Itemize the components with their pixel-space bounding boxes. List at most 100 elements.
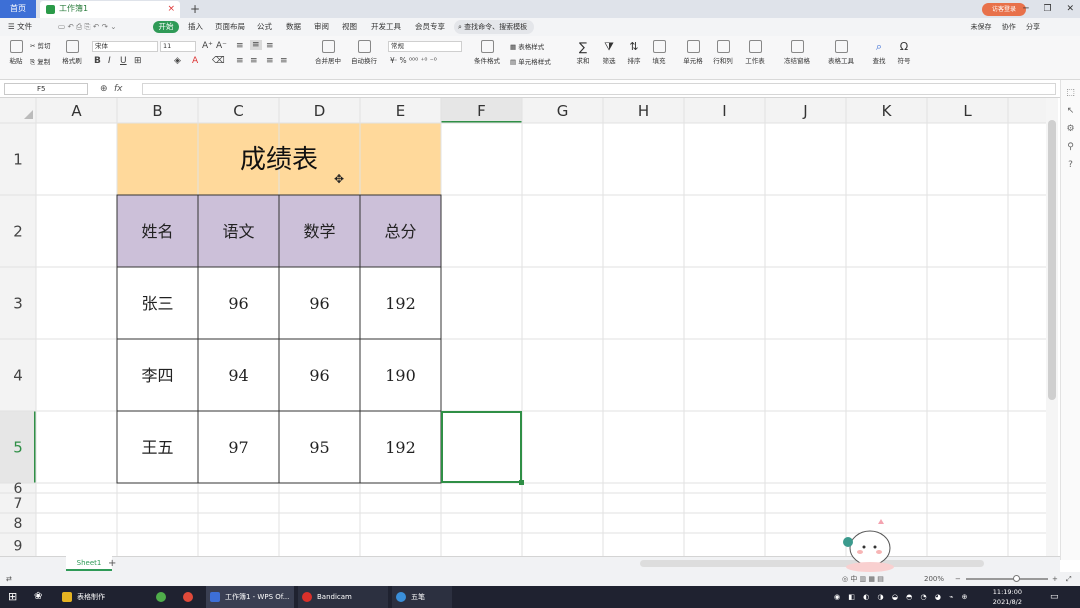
column-header-K[interactable]: K <box>882 102 893 120</box>
align-top-icon[interactable]: ≡ <box>236 41 244 51</box>
document-tab[interactable]: 工作簿1 × <box>40 1 180 18</box>
column-header-G[interactable]: G <box>557 102 569 120</box>
taskbar-clock[interactable]: 11:19:00 2021/8/2 <box>993 587 1022 607</box>
name-box[interactable]: F5 <box>4 83 88 95</box>
fill-handle[interactable] <box>519 480 524 485</box>
row-header-9[interactable]: 9 <box>14 538 23 554</box>
cursor-icon[interactable]: ↖ <box>1061 106 1080 116</box>
collab-button[interactable]: 协作 <box>1002 23 1016 31</box>
freeze-panes-button[interactable]: 冻结窗格 <box>780 40 814 65</box>
align-middle-icon[interactable]: ≡ <box>250 40 262 50</box>
app-launcher-icon[interactable]: ❀ <box>34 586 42 608</box>
column-header-C[interactable]: C <box>233 102 243 120</box>
data-cell[interactable]: 190 <box>385 366 416 385</box>
row-header-6[interactable]: 6 <box>14 481 23 497</box>
home-tab[interactable]: 首页 <box>0 0 36 18</box>
underline-icon[interactable]: U <box>120 56 127 66</box>
row-header-4[interactable]: 4 <box>13 366 23 384</box>
merge-center-button[interactable]: 合并居中 <box>312 40 344 65</box>
format-painter-button[interactable]: 格式刷 <box>60 40 84 65</box>
zoom-plus[interactable]: + <box>1052 572 1058 586</box>
data-cell[interactable]: 96 <box>309 294 329 313</box>
taskbar-item-folder[interactable]: 表格制作 <box>62 586 105 608</box>
sheet-tab-sheet1[interactable]: Sheet1 <box>66 556 112 571</box>
mascot-sticker[interactable] <box>842 516 896 572</box>
grid-canvas[interactable]: A B C D E F G H I J K L 1 2 3 4 5 67 8 9 成绩表姓名 语文 数学 总分张三 96 96 19… <box>0 98 1046 556</box>
data-cell[interactable]: 李四 <box>141 366 173 385</box>
taskbar-item-wps[interactable]: 工作簿1 - WPS Of... <box>206 586 294 608</box>
row-header-7[interactable]: 7 <box>14 496 23 512</box>
fx-icon[interactable]: ⊕ fx <box>100 81 123 97</box>
number-format-select[interactable]: 常规 <box>388 41 462 52</box>
copy-button[interactable]: ⎘ 复制 <box>30 56 50 67</box>
spreadsheet-grid[interactable]: A B C D E F G H I J K L 1 2 3 4 5 6 7 8 9 成绩表 姓名 语文 数学 总分 张三 96 96 19… <box>0 98 1046 556</box>
fill-color-icon[interactable]: ◈ <box>174 56 181 66</box>
filter-button[interactable]: ⧩ 筛选 <box>598 40 620 65</box>
cell-style-button[interactable]: ▤ 单元格样式 <box>510 56 551 66</box>
find-button[interactable]: ⌕ 查找 <box>868 40 890 65</box>
column-header-J[interactable]: J <box>802 102 807 120</box>
share-button[interactable]: 分享 <box>1026 23 1040 31</box>
menu-data[interactable]: 数据 <box>286 18 301 36</box>
font-grow-icon[interactable]: A⁺ <box>202 41 213 51</box>
fill-button[interactable]: 填充 <box>648 40 670 65</box>
conditional-format-button[interactable]: 条件格式 <box>470 40 504 65</box>
row-header-5[interactable]: 5 <box>13 438 23 456</box>
taskbar-item-wubi[interactable]: 五笔 <box>392 586 452 608</box>
cut-button[interactable]: ✂ 剪切 <box>30 40 51 50</box>
menu-member[interactable]: 会员专享 <box>415 18 445 36</box>
column-header-L[interactable]: L <box>963 102 972 120</box>
row-col-button[interactable]: 行和列 <box>710 40 736 65</box>
cell-button[interactable]: 单元格 <box>680 40 706 65</box>
column-header-F[interactable]: F <box>477 102 486 120</box>
restore-icon[interactable]: ❐ <box>1044 4 1052 14</box>
data-cell[interactable]: 张三 <box>141 294 173 313</box>
help-icon[interactable]: ? <box>1061 160 1080 170</box>
table-tools-button[interactable]: 表格工具 <box>824 40 858 65</box>
paste-button[interactable]: 粘贴 <box>6 40 26 65</box>
number-format-icons[interactable]: ¥· % ⁰⁰⁰ ⁺⁰ ⁻⁰ <box>390 56 437 65</box>
table-title[interactable]: 成绩表 <box>240 145 318 175</box>
header-cell[interactable]: 姓名 <box>141 222 173 241</box>
zoom-level[interactable]: 200% <box>924 572 944 586</box>
notification-icon[interactable]: ▭ <box>1050 586 1059 608</box>
taskbar-item-bandicam[interactable]: Bandicam <box>298 586 388 608</box>
font-shrink-icon[interactable]: A⁻ <box>216 41 227 51</box>
bold-icon[interactable]: B <box>94 56 101 66</box>
add-sheet-button[interactable]: + <box>108 556 116 571</box>
close-tab-icon[interactable]: × <box>167 1 175 17</box>
select-icon[interactable]: ⬚ <box>1061 88 1080 98</box>
status-icon[interactable]: ⇄ <box>6 572 12 586</box>
align-center-icon[interactable]: ≡ <box>250 56 258 66</box>
sum-button[interactable]: ∑ 求和 <box>572 40 594 65</box>
data-cell[interactable]: 192 <box>385 294 416 313</box>
menu-developer[interactable]: 开发工具 <box>371 18 401 36</box>
data-cell[interactable]: 96 <box>309 366 329 385</box>
close-window-icon[interactable]: ✕ <box>1066 4 1074 14</box>
horizontal-scrollbar[interactable] <box>640 560 984 567</box>
view-mode-icons[interactable]: ◎ 中 ▥ ▦ ▤ <box>842 572 884 586</box>
data-cell[interactable]: 95 <box>309 438 329 457</box>
header-cell[interactable]: 数学 <box>303 222 335 241</box>
taskbar-chrome[interactable] <box>183 586 198 608</box>
data-cell[interactable]: 192 <box>385 438 416 457</box>
data-cell[interactable]: 97 <box>228 438 248 457</box>
windows-start-icon[interactable]: ⊞ <box>8 586 17 608</box>
menu-review[interactable]: 审阅 <box>314 18 329 36</box>
column-header-D[interactable]: D <box>314 102 326 120</box>
header-cell[interactable]: 语文 <box>222 222 254 241</box>
active-cell-F5[interactable] <box>441 411 522 483</box>
column-header-I[interactable]: I <box>722 102 726 120</box>
align-bottom-icon[interactable]: ≡ <box>266 41 274 51</box>
clear-format-icon[interactable]: ⌫ <box>212 56 225 66</box>
menu-formula[interactable]: 公式 <box>257 18 272 36</box>
menu-view[interactable]: 视图 <box>342 18 357 36</box>
data-cell[interactable]: 94 <box>228 366 248 385</box>
align-left-icon[interactable]: ≡ <box>236 56 244 66</box>
system-tray-icons[interactable]: ◉ ◧ ◐ ◑ ◒ ◓ ◔ ◕ ⌁ ⊕ <box>834 586 970 608</box>
symbol-button[interactable]: Ω 符号 <box>893 40 915 65</box>
font-size-select[interactable]: 11 <box>160 41 196 52</box>
taskbar-app-green[interactable] <box>156 586 171 608</box>
zoom-slider[interactable] <box>966 578 1048 580</box>
quick-access-icons[interactable]: ▭ ↶ ⎙ ⎘ ↶ ↷ ⌄ <box>58 18 117 36</box>
